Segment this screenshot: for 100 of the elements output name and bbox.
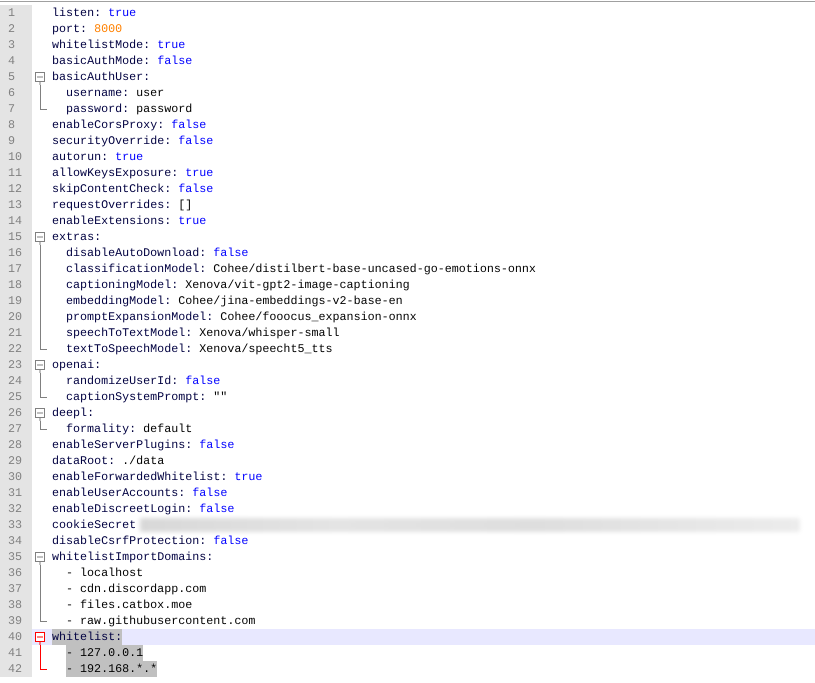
yaml-key: disableCsrfProtection: — [52, 533, 206, 549]
yaml-value: false — [212, 533, 248, 549]
yaml-key: speechToTextModel: — [66, 325, 192, 341]
yaml-key: embeddingModel: — [66, 293, 172, 309]
line-number: 1 — [0, 5, 32, 21]
yaml-key: captioningModel: — [66, 277, 178, 293]
yaml-value: Xenova/whisper-small — [198, 325, 340, 341]
line-number: 15 — [0, 229, 32, 245]
line-number: 11 — [0, 165, 32, 181]
collapse-icon[interactable] — [32, 405, 48, 421]
yaml-key: skipContentCheck: — [52, 181, 172, 197]
line-number: 42 — [0, 661, 32, 677]
line-number: 14 — [0, 213, 32, 229]
yaml-key: username: — [66, 85, 130, 101]
yaml-value: "" — [212, 389, 228, 405]
line-number: 21 — [0, 325, 32, 341]
line-number: 22 — [0, 341, 32, 357]
line-number: 24 — [0, 373, 32, 389]
line-number: 4 — [0, 53, 32, 69]
yaml-key: password: — [66, 101, 130, 117]
line-number: 26 — [0, 405, 32, 421]
line-number: 13 — [0, 197, 32, 213]
yaml-value: false — [156, 53, 192, 69]
yaml-value: user — [135, 85, 164, 101]
yaml-value: true — [184, 165, 214, 181]
collapse-icon[interactable] — [32, 69, 48, 85]
collapse-icon[interactable] — [32, 357, 48, 373]
yaml-value: false — [212, 245, 248, 261]
yaml-key: whitelist: — [52, 629, 122, 645]
list-entry: - 192.168.*.* — [66, 661, 158, 677]
yaml-key: deepl: — [52, 405, 94, 421]
yaml-key: enableUserAccounts: — [52, 485, 186, 501]
line-number: 17 — [0, 261, 32, 277]
yaml-key: captionSystemPrompt: — [66, 389, 206, 405]
yaml-value: Cohee/distilbert-base-uncased-go-emotions-onnx — [212, 261, 536, 277]
yaml-key: disableAutoDownload: — [66, 245, 206, 261]
line-number: 3 — [0, 37, 32, 53]
line-number: 5 — [0, 69, 32, 85]
yaml-value: ./data — [121, 453, 164, 469]
yaml-key: classificationModel: — [66, 261, 206, 277]
line-number: 34 — [0, 533, 32, 549]
line-number: 6 — [0, 85, 32, 101]
yaml-value: default — [142, 421, 192, 437]
line-number: 16 — [0, 245, 32, 261]
list-entry: - files.catbox.moe — [66, 597, 192, 613]
yaml-key: requestOverrides: — [52, 197, 172, 213]
yaml-value: false — [170, 117, 206, 133]
line-number: 18 — [0, 277, 32, 293]
yaml-value: 8000 — [93, 21, 122, 37]
collapse-icon[interactable] — [32, 629, 48, 645]
yaml-value: false — [177, 181, 214, 197]
yaml-key: randomizeUserId: — [66, 373, 178, 389]
collapse-icon[interactable] — [32, 549, 48, 565]
line-number: 27 — [0, 421, 32, 437]
line-number: 33 — [0, 517, 32, 533]
line-number: 38 — [0, 597, 32, 613]
yaml-key: cookieSecret — [52, 517, 136, 533]
yaml-value: Cohee/jina-embeddings-v2-base-en — [177, 293, 403, 309]
yaml-key: openai: — [52, 357, 102, 373]
yaml-key: formality: — [66, 421, 136, 437]
yaml-key: enableExtensions: — [52, 213, 172, 229]
yaml-key: basicAuthMode: — [52, 53, 150, 69]
line-number: 9 — [0, 133, 32, 149]
yaml-key: allowKeysExposure: — [52, 165, 178, 181]
line-number: 8 — [0, 117, 32, 133]
yaml-value: true — [177, 213, 206, 229]
line-number: 40 — [0, 629, 32, 645]
yaml-value: true — [233, 469, 262, 485]
yaml-value: false — [191, 485, 228, 501]
line-number: 32 — [0, 501, 32, 517]
line-number: 7 — [0, 101, 32, 117]
line-number: 12 — [0, 181, 32, 197]
yaml-key: extras: — [52, 229, 102, 245]
yaml-key: whitelistImportDomains: — [52, 549, 214, 565]
line-number: 25 — [0, 389, 32, 405]
line-number: 41 — [0, 645, 32, 661]
fold-guide-icon — [40, 421, 46, 430]
yaml-key: basicAuthUser: — [52, 69, 150, 85]
yaml-value: [] — [177, 197, 192, 213]
list-entry: - raw.githubusercontent.com — [66, 613, 256, 629]
line-number: 2 — [0, 21, 32, 37]
line-number: 20 — [0, 309, 32, 325]
yaml-key: enableForwardedWhitelist: — [52, 469, 228, 485]
line-number: 36 — [0, 565, 32, 581]
collapse-icon[interactable] — [32, 229, 48, 245]
yaml-key: enableDiscreetLogin: — [52, 501, 192, 517]
line-number: 35 — [0, 549, 32, 565]
line-number: 19 — [0, 293, 32, 309]
yaml-value: password — [135, 101, 192, 117]
line-number: 30 — [0, 469, 32, 485]
list-entry: - 127.0.0.1 — [66, 645, 144, 661]
yaml-value: false — [184, 373, 220, 389]
yaml-key: promptExpansionModel: — [66, 309, 214, 325]
yaml-value: false — [177, 133, 214, 149]
line-number: 28 — [0, 437, 32, 453]
yaml-value: Xenova/speecht5_tts — [198, 341, 333, 357]
yaml-value: false — [198, 437, 234, 453]
line-number: 10 — [0, 149, 32, 165]
line-number: 37 — [0, 581, 32, 597]
yaml-key: autorun: — [52, 149, 108, 165]
